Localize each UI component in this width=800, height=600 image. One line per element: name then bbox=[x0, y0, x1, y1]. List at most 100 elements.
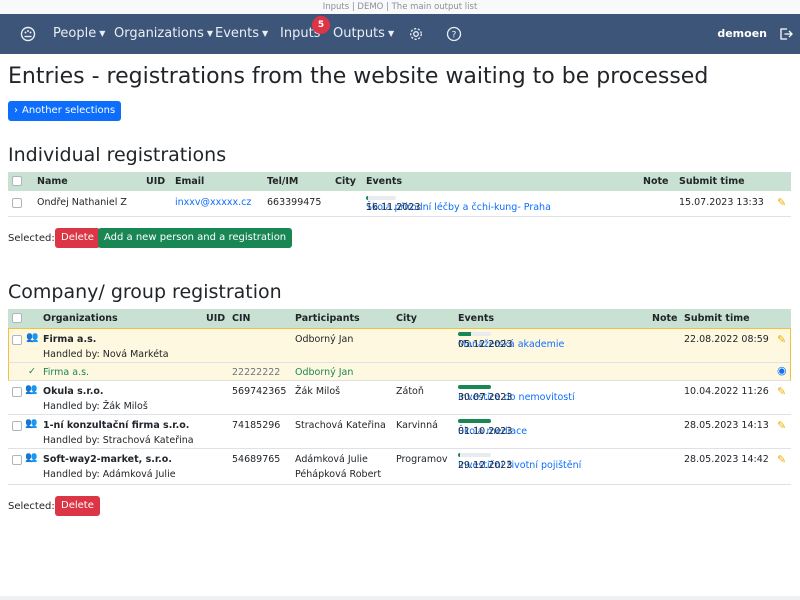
row-checkbox[interactable] bbox=[12, 335, 22, 345]
help-icon[interactable]: ? bbox=[446, 26, 462, 42]
col-note[interactable]: Note bbox=[652, 313, 677, 324]
chevron-down-icon: ▼ bbox=[99, 29, 106, 38]
cin: 54689765 bbox=[232, 454, 281, 465]
participant: Adámková Julie bbox=[295, 454, 368, 465]
select-all-checkbox[interactable] bbox=[12, 176, 22, 186]
page-title: Entries - registrations from the website… bbox=[8, 64, 709, 89]
row-checkbox[interactable] bbox=[12, 455, 22, 465]
submit-time: 22.08.2022 08:59 bbox=[684, 334, 769, 345]
inputs-count-badge: 5 bbox=[312, 16, 330, 34]
row-checkbox[interactable] bbox=[12, 198, 22, 208]
gear-icon[interactable] bbox=[408, 26, 424, 42]
col-submit[interactable]: Submit time bbox=[679, 176, 745, 187]
col-participants[interactable]: Participants bbox=[295, 313, 360, 324]
event-date: 16.11.2023 bbox=[366, 202, 421, 213]
cin: 569742365 bbox=[232, 386, 287, 397]
col-organizations[interactable]: Organizations bbox=[43, 313, 118, 324]
edit-icon[interactable]: ✎ bbox=[777, 333, 786, 346]
nav-events[interactable]: Events ▼ bbox=[215, 14, 268, 54]
logout-icon[interactable] bbox=[778, 26, 794, 42]
chevron-down-icon: ▼ bbox=[387, 29, 395, 38]
chevron-down-icon: ▼ bbox=[262, 29, 269, 38]
individual-selected-label: Selected: bbox=[8, 233, 55, 244]
col-city[interactable]: City bbox=[335, 176, 356, 187]
handled-by: Handled by: Strachová Kateřina bbox=[43, 435, 194, 446]
org-name[interactable]: 1-ní konzultační firma s.r.o. bbox=[43, 420, 189, 431]
table-row[interactable]: Ondřej Nathaniel Z inxxv@xxxxx.cz 663399… bbox=[8, 191, 791, 217]
another-selections-label: Another selections bbox=[22, 105, 116, 116]
table-row[interactable]: 👥 Okula s.r.o. Handled by: Žák Miloš 569… bbox=[8, 381, 791, 415]
participant: Odborný Jan bbox=[295, 334, 354, 345]
row-checkbox[interactable] bbox=[12, 387, 22, 397]
participant: Péhápková Robert bbox=[295, 469, 382, 480]
submit-time: 15.07.2023 13:33 bbox=[679, 197, 764, 208]
participant: Strachová Kateřina bbox=[295, 420, 386, 431]
col-uid[interactable]: UID bbox=[206, 313, 225, 324]
company-heading: Company/ group registration bbox=[8, 281, 282, 303]
table-subrow: ✓ Firma a.s. 22222222 Odborný Jan ◉ bbox=[8, 363, 791, 381]
person-tel: 663399475 bbox=[267, 197, 322, 208]
col-events[interactable]: Events bbox=[366, 176, 402, 187]
col-email[interactable]: Email bbox=[175, 176, 204, 187]
submit-time: 28.05.2023 14:42 bbox=[684, 454, 769, 465]
col-tel[interactable]: Tel/IM bbox=[267, 176, 298, 187]
individual-table-header: Name UID Email Tel/IM City Events Note S… bbox=[8, 172, 791, 191]
edit-icon[interactable]: ✎ bbox=[777, 385, 786, 398]
city: Karvinná bbox=[396, 420, 438, 431]
cin: 74185296 bbox=[232, 420, 281, 431]
participant: Žák Miloš bbox=[295, 386, 341, 397]
row-checkbox[interactable] bbox=[12, 421, 22, 431]
nav-events-label: Events bbox=[215, 26, 260, 41]
event-date: 05.12.2023 bbox=[458, 339, 513, 350]
edit-icon[interactable]: ✎ bbox=[777, 196, 786, 209]
table-row[interactable]: 👥 Soft-way2-market, s.r.o. Handled by: A… bbox=[8, 449, 791, 485]
col-city[interactable]: City bbox=[396, 313, 417, 324]
nav-outputs-label: Outputs bbox=[333, 26, 385, 41]
edit-icon[interactable]: ✎ bbox=[777, 453, 786, 466]
nav-outputs[interactable]: Outputs ▼ bbox=[333, 14, 394, 54]
handled-by: Handled by: Žák Miloš bbox=[43, 401, 148, 412]
event-date: 30.07.2023 bbox=[458, 392, 513, 403]
col-cin[interactable]: CIN bbox=[232, 313, 250, 324]
edit-icon[interactable]: ✎ bbox=[777, 419, 786, 432]
col-uid[interactable]: UID bbox=[146, 176, 165, 187]
sub-cin: 22222222 bbox=[232, 367, 281, 378]
table-row[interactable]: 👥 Firma a.s. Handled by: Nová Markéta Od… bbox=[8, 328, 791, 363]
page-footer-divider bbox=[0, 596, 800, 600]
col-note[interactable]: Note bbox=[643, 176, 668, 187]
eye-icon[interactable]: ◉ bbox=[777, 364, 787, 377]
event-progress-bar bbox=[458, 419, 491, 423]
table-row[interactable]: 👥 1-ní konzultační firma s.r.o. Handled … bbox=[8, 415, 791, 449]
company-table-header: Organizations UID CIN Participants City … bbox=[8, 309, 791, 328]
col-events[interactable]: Events bbox=[458, 313, 494, 324]
org-name[interactable]: Okula s.r.o. bbox=[43, 386, 103, 397]
current-user[interactable]: demoen bbox=[717, 14, 767, 54]
nav-people[interactable]: People ▼ bbox=[53, 14, 105, 54]
person-group-icon: 👥 bbox=[25, 384, 38, 395]
company-delete-button[interactable]: Delete bbox=[55, 496, 100, 516]
col-name[interactable]: Name bbox=[37, 176, 68, 187]
event-progress-bar bbox=[366, 196, 396, 200]
svg-text:?: ? bbox=[452, 31, 457, 41]
chevron-down-icon: ▼ bbox=[206, 29, 214, 38]
submit-time: 28.05.2023 14:13 bbox=[684, 420, 769, 431]
org-name[interactable]: Soft-way2-market, s.r.o. bbox=[43, 454, 172, 465]
org-name[interactable]: Firma a.s. bbox=[43, 334, 96, 345]
nav-organizations-label: Organizations bbox=[114, 26, 204, 41]
palette-icon[interactable] bbox=[20, 26, 36, 42]
person-email[interactable]: inxxv@xxxxx.cz bbox=[175, 197, 251, 208]
sub-participant: Odborný Jan bbox=[295, 367, 354, 378]
col-submit[interactable]: Submit time bbox=[684, 313, 750, 324]
add-person-button[interactable]: Add a new person and a registration bbox=[98, 228, 293, 248]
nav-organizations[interactable]: Organizations ▼ bbox=[114, 14, 213, 54]
another-selections-button[interactable]: › Another selections bbox=[8, 101, 122, 121]
person-group-icon: 👥 bbox=[25, 418, 38, 429]
person-group-icon: 👥 bbox=[26, 332, 39, 343]
person-check-icon: ✓ bbox=[28, 366, 36, 377]
handled-by: Handled by: Nová Markéta bbox=[43, 349, 169, 360]
city: Zátoň bbox=[396, 386, 424, 397]
individual-delete-button[interactable]: Delete bbox=[55, 228, 100, 248]
select-all-checkbox[interactable] bbox=[12, 313, 22, 323]
nav-people-label: People bbox=[53, 26, 97, 41]
top-navbar: People ▼ Organizations ▼ Events ▼ Inputs 5 … bbox=[0, 14, 800, 54]
